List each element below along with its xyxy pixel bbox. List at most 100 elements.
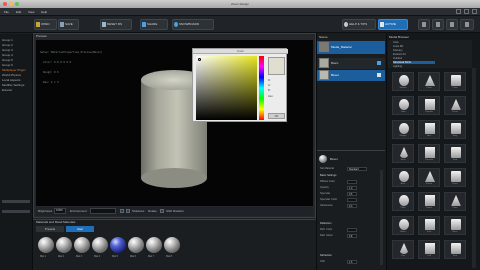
prop-value-8[interactable]	[347, 228, 357, 232]
material-swatch-1[interactable]	[56, 237, 72, 253]
rotate-checkbox[interactable]	[126, 209, 130, 213]
tree-slider-track-2[interactable]	[2, 210, 30, 213]
library-cell[interactable]: Slab	[444, 144, 466, 163]
library-cell[interactable]: Post	[418, 216, 440, 235]
tree-slider-track[interactable]	[2, 200, 30, 203]
tree-item-1[interactable]: Group 2	[2, 43, 13, 47]
prop-value-9[interactable]: 0.8	[347, 234, 357, 238]
scene-row-0[interactable]: Model_Material	[317, 41, 385, 54]
help-tips-button[interactable]: HELP & TIPS	[342, 19, 376, 30]
library-item-5[interactable]: Structural Parts	[393, 61, 435, 64]
props-scrollbar[interactable]	[380, 170, 383, 265]
tree-item-8[interactable]: Local Aspects	[2, 78, 21, 82]
library-cell[interactable]: Panel	[444, 168, 466, 187]
library-cell[interactable]: Pillar	[392, 192, 414, 211]
tree-item-5[interactable]: Group 6	[2, 63, 13, 67]
reset-button[interactable]: RESET RS	[100, 19, 132, 30]
menu-view[interactable]: View	[28, 10, 34, 14]
library-cell[interactable]: Box	[418, 120, 440, 139]
toolbar-icon-4[interactable]	[460, 19, 474, 30]
library-item-2[interactable]: Scenery	[393, 49, 403, 52]
library-cell-label: Base	[452, 231, 458, 233]
tree-item-3[interactable]: Group 4	[2, 53, 13, 57]
visibility-icon[interactable]	[377, 61, 381, 65]
picker-cursor-icon[interactable]	[198, 58, 201, 61]
code-line-1: Color: 0.9 0.9 0.6	[40, 61, 72, 65]
picker-ok-button[interactable]: OK	[268, 113, 285, 119]
toolbar-icon-2[interactable]	[432, 19, 444, 30]
library-cell[interactable]: Cylinder	[418, 96, 440, 115]
tree-item-7[interactable]: World Physics	[2, 73, 21, 77]
library-cell[interactable]: Base	[444, 216, 466, 235]
menu-help[interactable]: Help	[41, 10, 47, 14]
material-swatch-3[interactable]	[92, 237, 108, 253]
material-swatch-4[interactable]	[110, 237, 126, 253]
scene-row-1[interactable]: Basic	[317, 58, 385, 69]
snowboard-button[interactable]: SNOWBOARD	[172, 19, 214, 30]
minimize-icon[interactable]	[456, 9, 461, 14]
library-item-0[interactable]: Core	[393, 41, 399, 44]
library-cell[interactable]: Cone	[418, 72, 440, 91]
library-cell[interactable]: Wedge	[392, 120, 414, 139]
shadows-checkbox[interactable]	[120, 209, 124, 213]
toolbar-icon-1[interactable]	[418, 19, 430, 30]
model-thumbnail-icon	[451, 75, 461, 86]
toolbar-icon-3[interactable]	[446, 19, 458, 30]
library-cell[interactable]: Prism	[444, 96, 466, 115]
saturation-field[interactable]	[196, 56, 257, 120]
library-cell[interactable]: Rod	[444, 240, 466, 259]
brightness-field[interactable]: 100%	[54, 208, 66, 214]
library-cell[interactable]: Tube	[392, 96, 414, 115]
library-item-3[interactable]: Exterior Kit	[393, 53, 406, 56]
close-icon[interactable]	[472, 9, 477, 14]
material-swatch-5[interactable]	[128, 237, 144, 253]
library-cell[interactable]: Cube	[444, 72, 466, 91]
library-item-1[interactable]: Lines 3D	[393, 45, 403, 48]
library-cell[interactable]: Pyramid	[418, 144, 440, 163]
save-button[interactable]: SAVE	[58, 19, 79, 30]
prop-value-11[interactable]: 1.5	[347, 260, 357, 264]
library-cell[interactable]: Frame	[418, 168, 440, 187]
library-cell[interactable]: Ring	[444, 120, 466, 139]
library-cell[interactable]: Arch	[392, 168, 414, 187]
scene-row-2[interactable]: Bevel	[317, 70, 385, 81]
tree-item-2[interactable]: Group 3	[2, 48, 13, 52]
library-cell[interactable]: Plate	[444, 192, 466, 211]
library-item-6[interactable]: Lighting	[393, 65, 402, 68]
library-cell[interactable]: Block	[392, 216, 414, 235]
library-scrollbar[interactable]	[472, 68, 476, 268]
tree-item-9[interactable]: Modifier Settings	[2, 83, 24, 87]
menu-file[interactable]: File	[4, 10, 9, 14]
menu-edit[interactable]: Edit	[16, 10, 21, 14]
prop-value-5[interactable]	[347, 198, 357, 202]
hue-slider[interactable]	[259, 56, 264, 120]
material-swatch-7[interactable]	[164, 237, 180, 253]
prop-value-0[interactable]: Standard	[347, 167, 367, 171]
library-item-4[interactable]: Outdoor	[393, 57, 402, 60]
environment-select[interactable]	[90, 208, 116, 214]
tree-item-6[interactable]: Multiplayer Plugin	[2, 68, 26, 72]
library-cell[interactable]: Torus	[392, 144, 414, 163]
library-cell[interactable]: Cell	[418, 240, 440, 259]
prop-value-2[interactable]	[347, 180, 357, 184]
shift-rotation-checkbox[interactable]	[160, 209, 164, 213]
library-cell[interactable]: Cap	[392, 240, 414, 259]
tab-user[interactable]: User	[66, 226, 94, 232]
maximize-icon[interactable]	[464, 9, 469, 14]
tree-item-10[interactable]: Exterior	[2, 88, 12, 92]
tab-presets[interactable]: Presets	[36, 226, 64, 232]
open-button[interactable]: OPEN	[34, 19, 57, 30]
active-button[interactable]: ACTIVE	[378, 19, 408, 30]
material-swatch-6[interactable]	[146, 237, 162, 253]
material-swatch-2[interactable]	[74, 237, 90, 253]
prop-value-6[interactable]: 0.3	[347, 204, 357, 208]
prop-value-3[interactable]: 1.0	[347, 186, 357, 190]
share-button[interactable]: SHARE	[140, 19, 168, 30]
prop-value-4[interactable]: 0.5	[347, 192, 357, 196]
material-swatch-0[interactable]	[38, 237, 54, 253]
visibility-icon-2[interactable]	[377, 73, 381, 77]
tree-item-4[interactable]: Group 5	[2, 58, 13, 62]
tree-item-0[interactable]: Group 1	[2, 38, 13, 42]
library-cell[interactable]: Sphere	[392, 72, 414, 91]
library-cell[interactable]: Dome	[418, 192, 440, 211]
